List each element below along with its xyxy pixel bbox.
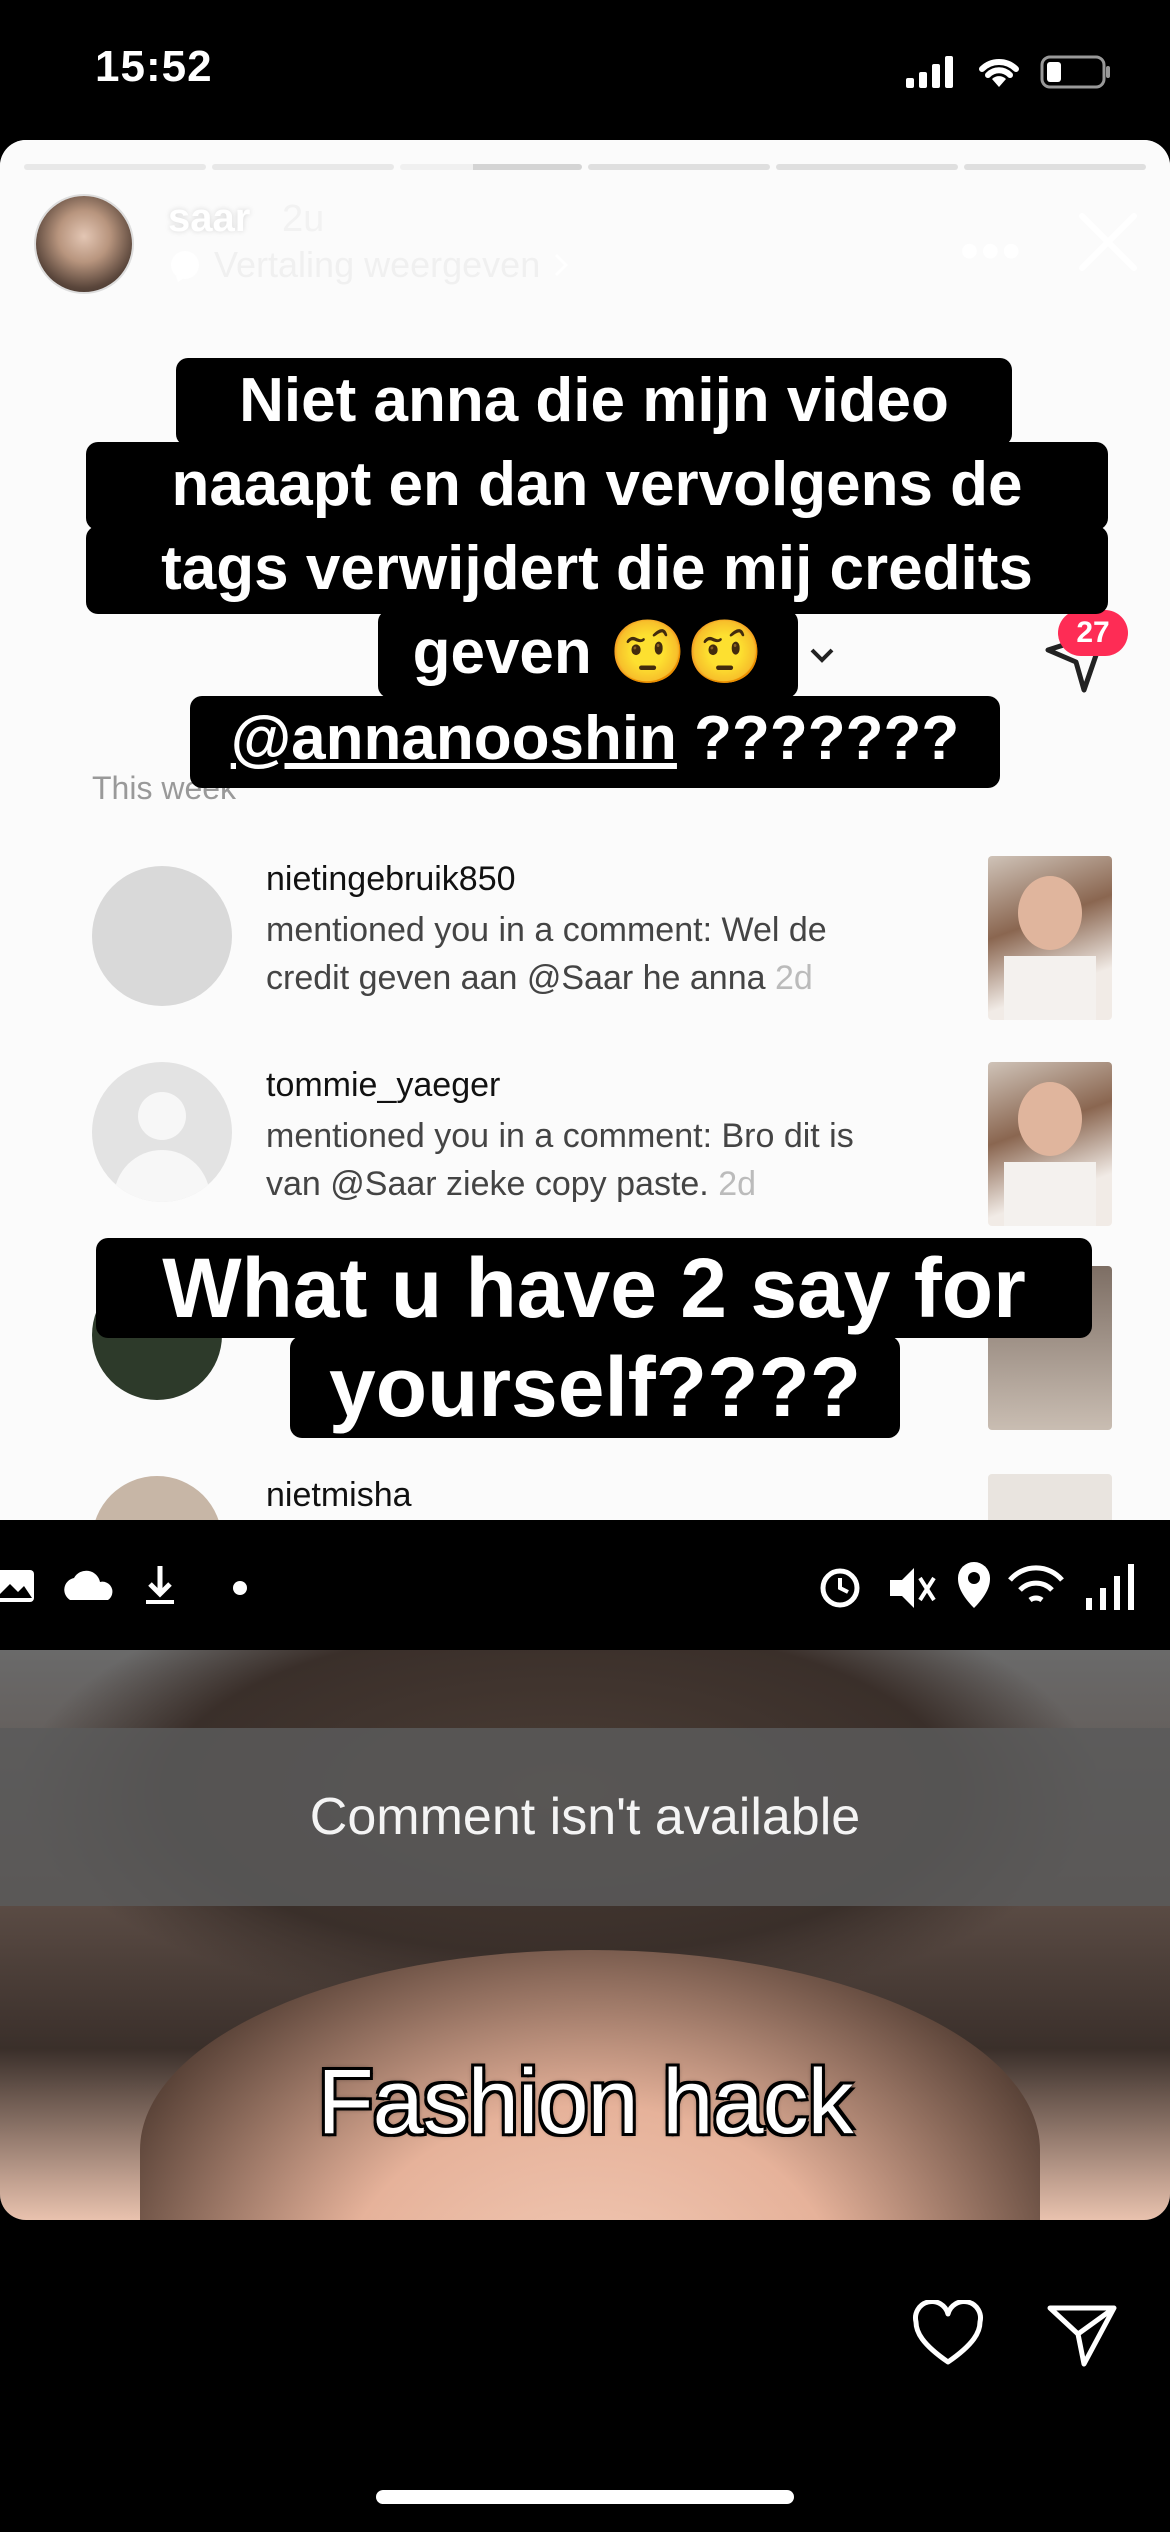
notification-badge: 27 (1058, 610, 1128, 656)
status-icons (906, 52, 1112, 92)
signal-icon (906, 56, 953, 88)
story-time: 2u (282, 198, 325, 240)
chevron-right-icon (555, 253, 569, 277)
progress-segment-current (400, 164, 582, 170)
progress-segment (776, 164, 958, 170)
heart-icon (913, 2299, 983, 2365)
story-text-line: What u have 2 say for (96, 1238, 1092, 1338)
video-caption: Fashion hack (317, 2051, 853, 2153)
story-card[interactable]: This week 27 nietingebruik850 mentioned … (0, 140, 1170, 2220)
translate-link[interactable]: Vertaling weergeven (168, 244, 570, 286)
story-avatar[interactable] (34, 194, 134, 294)
list-avatar (92, 866, 232, 1006)
notification-icons (0, 1566, 247, 1604)
chevron-down-icon (808, 646, 836, 671)
more-options-button[interactable]: ••• (960, 220, 1023, 282)
close-button[interactable] (1076, 210, 1140, 274)
send-icon (1047, 2305, 1117, 2367)
story-text-line: Niet anna die mijn video (176, 358, 1012, 446)
video-status-bar (0, 1520, 1170, 1650)
wifi-icon (979, 58, 1019, 87)
story-text-line: yourself???? (290, 1336, 900, 1438)
translate-icon (171, 251, 199, 282)
close-icon (1079, 213, 1137, 271)
story-text-line: geven 🤨🤨 (378, 610, 798, 698)
mention-suffix: ??????? (676, 704, 960, 773)
home-indicator[interactable] (376, 2490, 794, 2504)
story-progress (24, 164, 1146, 170)
progress-segment (588, 164, 770, 170)
mention-link[interactable]: @annanooshin (231, 704, 677, 773)
translate-label: Vertaling weergeven (214, 244, 541, 285)
story-username[interactable]: saar (168, 196, 250, 241)
video-thumbnail (988, 1062, 1112, 1226)
video-screenshot: Comment isn't available Fashion hack (0, 1520, 1170, 2220)
video-thumbnail (988, 856, 1112, 1020)
list-avatar (92, 1062, 232, 1202)
list-item-text: mentioned you in a comment: Wel de credi… (266, 911, 827, 997)
progress-segment (212, 164, 394, 170)
list-item-name: tommie_yaeger (266, 1066, 501, 1104)
like-button[interactable] (912, 2299, 984, 2368)
list-item-name: nietmisha (266, 1476, 412, 1514)
progress-segment (964, 164, 1146, 170)
status-time: 15:52 (95, 42, 213, 91)
story-mention-line: @annanooshin ??????? (190, 696, 1000, 788)
progress-segment (24, 164, 206, 170)
story-text-line: tags verwijdert die mij credits (86, 526, 1108, 614)
story-text-line: naaapt en dan vervolgens de (86, 442, 1108, 530)
system-status-icons (820, 1562, 1134, 1610)
list-item-name: nietingebruik850 (266, 860, 516, 898)
comment-unavailable-banner: Comment isn't available (0, 1728, 1170, 1906)
list-item-text: mentioned you in a comment: Bro dit is v… (266, 1117, 854, 1203)
send-button[interactable] (1046, 2300, 1118, 2368)
battery-icon (1040, 55, 1110, 89)
